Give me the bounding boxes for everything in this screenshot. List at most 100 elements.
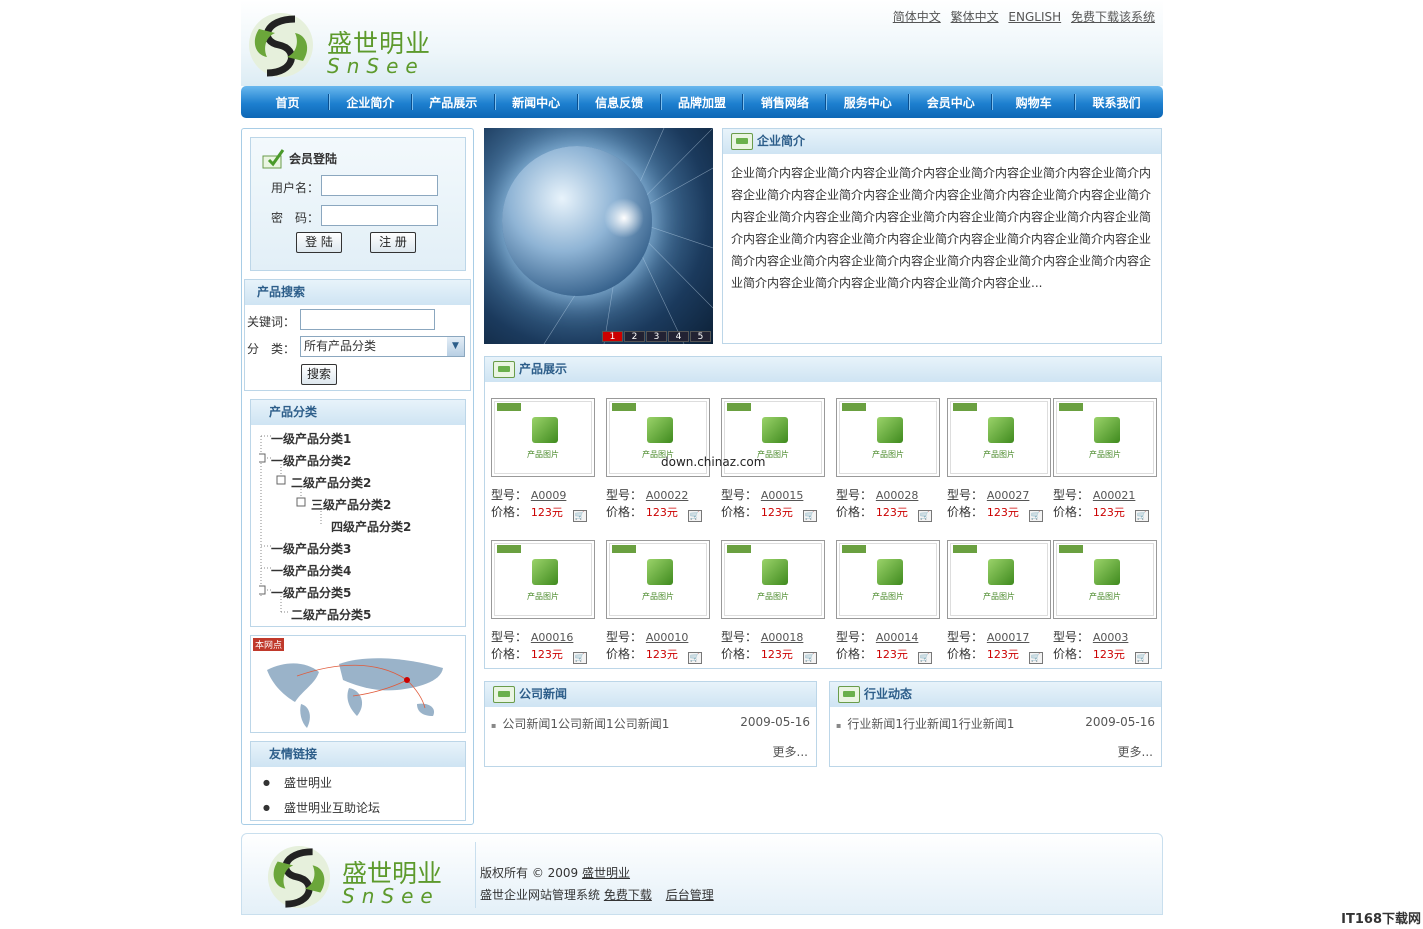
banner-page-5[interactable]: 5 xyxy=(690,331,711,342)
news-item-title[interactable]: 公司新闻1公司新闻1公司新闻1 xyxy=(502,717,669,731)
friend-link[interactable]: 盛世明业互助论坛 xyxy=(263,799,380,816)
news-item[interactable]: ▪ 行业新闻1行业新闻1行业新闻1 2009-05-16 xyxy=(836,715,1155,732)
product-box-icon xyxy=(532,559,558,585)
product-image[interactable]: 产品图片 xyxy=(1053,540,1157,619)
industry-news-more-link[interactable]: 更多... xyxy=(1118,743,1153,760)
footer-company-link[interactable]: 盛世明业 xyxy=(582,866,630,880)
add-to-cart-icon[interactable]: 🛒 xyxy=(917,652,932,664)
nav-news[interactable]: 新闻中心 xyxy=(496,94,577,111)
lang-english-link[interactable]: ENGLISH xyxy=(1008,10,1061,24)
keyword-input[interactable] xyxy=(300,309,435,330)
add-to-cart-icon[interactable]: 🛒 xyxy=(687,652,702,664)
category-item[interactable]: 一级产品分类3 xyxy=(271,540,351,557)
product-model-link[interactable]: A00028 xyxy=(876,489,919,502)
about-title: 企业简介 xyxy=(757,134,806,148)
product-card[interactable]: 产品图片 型号： A00016 价格： 123元 🛒 xyxy=(491,540,595,664)
add-to-cart-icon[interactable]: 🛒 xyxy=(572,510,587,522)
product-model-link[interactable]: A00016 xyxy=(531,631,574,644)
world-map-image[interactable]: 本网点 xyxy=(250,635,466,733)
category-item[interactable]: 一级产品分类1 xyxy=(271,430,351,447)
site-logo[interactable]: 盛世明业 SnSee xyxy=(245,8,445,80)
product-image[interactable]: 产品图片 xyxy=(1053,398,1157,477)
product-card[interactable]: 产品图片 型号： A00018 价格： 123元 🛒 xyxy=(721,540,825,664)
category-item[interactable]: 二级产品分类5 xyxy=(291,606,371,623)
product-card[interactable]: 产品图片 型号： A00028 价格： 123元 🛒 xyxy=(836,398,940,522)
nav-member[interactable]: 会员中心 xyxy=(910,94,991,111)
footer-download-link[interactable]: 免费下载 xyxy=(604,888,652,902)
lang-simplified-link[interactable]: 简体中文 xyxy=(893,10,941,24)
add-to-cart-icon[interactable]: 🛒 xyxy=(1134,652,1149,664)
product-image[interactable]: 产品图片 xyxy=(606,540,710,619)
search-button[interactable]: 搜索 xyxy=(301,364,337,385)
category-item[interactable]: 一级产品分类5 xyxy=(271,584,351,601)
footer-admin-link[interactable]: 后台管理 xyxy=(666,888,714,902)
product-image[interactable]: 产品图片 xyxy=(836,398,940,477)
category-item[interactable]: 二级产品分类2 xyxy=(291,474,371,491)
add-to-cart-icon[interactable]: 🛒 xyxy=(1028,652,1043,664)
model-label: 型号： xyxy=(1053,630,1090,644)
username-input[interactable] xyxy=(321,175,438,196)
lang-traditional-link[interactable]: 繁体中文 xyxy=(951,10,999,24)
product-image[interactable]: 产品图片 xyxy=(721,540,825,619)
banner-page-3[interactable]: 3 xyxy=(646,331,667,342)
nav-cart[interactable]: 购物车 xyxy=(993,94,1074,111)
product-model-link[interactable]: A00010 xyxy=(646,631,689,644)
nav-about[interactable]: 企业简介 xyxy=(330,94,411,111)
product-card[interactable]: 产品图片 型号： A0003 价格： 123元 🛒 xyxy=(1053,540,1157,664)
category-item[interactable]: 三级产品分类2 xyxy=(311,496,391,513)
nav-service[interactable]: 服务中心 xyxy=(827,94,908,111)
download-system-link[interactable]: 免费下载该系统 xyxy=(1071,10,1155,24)
friend-link[interactable]: 盛世明业 xyxy=(263,774,332,791)
banner-page-4[interactable]: 4 xyxy=(668,331,689,342)
add-to-cart-icon[interactable]: 🛒 xyxy=(687,510,702,522)
product-model-link[interactable]: A00017 xyxy=(987,631,1030,644)
banner-slideshow[interactable]: 1 2 3 4 5 xyxy=(484,128,713,344)
product-model-link[interactable]: A00018 xyxy=(761,631,804,644)
password-input[interactable] xyxy=(321,205,438,226)
product-model-link[interactable]: A00021 xyxy=(1093,489,1136,502)
product-card[interactable]: 产品图片 型号： A00014 价格： 123元 🛒 xyxy=(836,540,940,664)
add-to-cart-icon[interactable]: 🛒 xyxy=(1134,510,1149,522)
product-image[interactable]: 产品图片 xyxy=(491,540,595,619)
nav-contact[interactable]: 联系我们 xyxy=(1076,94,1157,111)
product-image-caption: 产品图片 xyxy=(527,592,559,601)
nav-products[interactable]: 产品展示 xyxy=(413,94,494,111)
nav-feedback[interactable]: 信息反馈 xyxy=(579,94,660,111)
company-news-more-link[interactable]: 更多... xyxy=(773,743,808,760)
nav-sales-network[interactable]: 销售网络 xyxy=(744,94,825,111)
category-select[interactable]: 所有产品分类 ▼ xyxy=(300,336,465,357)
add-to-cart-icon[interactable]: 🛒 xyxy=(1028,510,1043,522)
product-card[interactable]: 产品图片 型号： A00021 价格： 123元 🛒 xyxy=(1053,398,1157,522)
register-button[interactable]: 注 册 xyxy=(370,232,416,253)
news-item-title[interactable]: 行业新闻1行业新闻1行业新闻1 xyxy=(847,717,1014,731)
product-image[interactable]: 产品图片 xyxy=(836,540,940,619)
category-item[interactable]: 一级产品分类2 xyxy=(271,452,351,469)
category-item[interactable]: 四级产品分类2 xyxy=(331,518,411,535)
nav-franchise[interactable]: 品牌加盟 xyxy=(662,94,743,111)
product-model-link[interactable]: A00027 xyxy=(987,489,1030,502)
banner-page-1[interactable]: 1 xyxy=(602,331,623,342)
product-card[interactable]: 产品图片 型号： A0009 价格： 123元 🛒 xyxy=(491,398,595,522)
footer-logo[interactable]: 盛世明业 SnSee xyxy=(264,842,464,912)
add-to-cart-icon[interactable]: 🛒 xyxy=(802,652,817,664)
chevron-down-icon[interactable]: ▼ xyxy=(447,337,464,356)
product-model-link[interactable]: A0009 xyxy=(531,489,567,502)
product-card[interactable]: 产品图片 型号： A00010 价格： 123元 🛒 xyxy=(606,540,710,664)
add-to-cart-icon[interactable]: 🛒 xyxy=(802,510,817,522)
product-image[interactable]: 产品图片 xyxy=(947,540,1051,619)
product-card[interactable]: 产品图片 型号： A00027 价格： 123元 🛒 xyxy=(947,398,1051,522)
product-image[interactable]: 产品图片 xyxy=(491,398,595,477)
product-model-link[interactable]: A00022 xyxy=(646,489,689,502)
product-model-link[interactable]: A00014 xyxy=(876,631,919,644)
nav-home[interactable]: 首页 xyxy=(247,94,328,111)
add-to-cart-icon[interactable]: 🛒 xyxy=(917,510,932,522)
product-card[interactable]: 产品图片 型号： A00017 价格： 123元 🛒 xyxy=(947,540,1051,664)
login-button[interactable]: 登 陆 xyxy=(296,232,342,253)
add-to-cart-icon[interactable]: 🛒 xyxy=(572,652,587,664)
product-image[interactable]: 产品图片 xyxy=(947,398,1051,477)
banner-page-2[interactable]: 2 xyxy=(624,331,645,342)
news-item[interactable]: ▪ 公司新闻1公司新闻1公司新闻1 2009-05-16 xyxy=(491,715,810,732)
product-model-link[interactable]: A00015 xyxy=(761,489,804,502)
product-model-link[interactable]: A0003 xyxy=(1093,631,1129,644)
category-item[interactable]: 一级产品分类4 xyxy=(271,562,351,579)
